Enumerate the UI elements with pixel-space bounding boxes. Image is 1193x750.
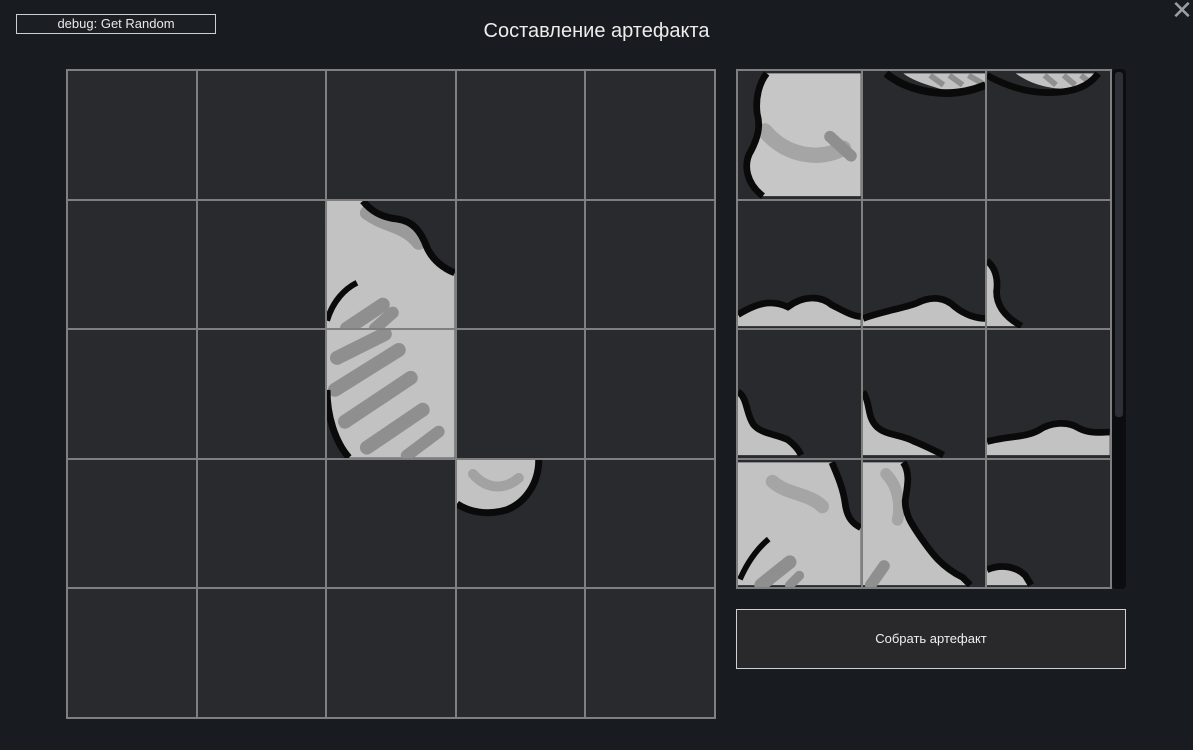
board-cell[interactable] xyxy=(68,459,196,588)
artifact-piece-icon[interactable] xyxy=(862,201,986,329)
board-cell[interactable] xyxy=(586,459,714,588)
board-cell[interactable] xyxy=(456,330,585,458)
artifact-piece-icon[interactable] xyxy=(987,330,1110,458)
inventory-piece[interactable] xyxy=(862,330,986,458)
piece-inventory xyxy=(736,69,1112,589)
board-cell[interactable] xyxy=(68,71,196,199)
close-icon[interactable]: ✕ xyxy=(1170,0,1193,23)
board-cell[interactable] xyxy=(68,200,196,329)
inventory-piece[interactable] xyxy=(738,71,861,199)
board-cell[interactable] xyxy=(197,589,326,717)
board-cell-filled[interactable] xyxy=(327,330,455,458)
board-cell[interactable] xyxy=(68,330,196,458)
artifact-piece-icon[interactable] xyxy=(987,460,1110,588)
board-cell[interactable] xyxy=(327,459,455,588)
inventory-piece[interactable] xyxy=(987,459,1110,588)
inventory-piece[interactable] xyxy=(738,200,861,329)
board-cell[interactable] xyxy=(327,71,455,199)
inventory-piece[interactable] xyxy=(987,200,1110,329)
board-cell[interactable] xyxy=(327,589,455,717)
artifact-piece-icon[interactable] xyxy=(327,330,455,458)
board-cell[interactable] xyxy=(197,330,326,458)
artifact-piece-icon[interactable] xyxy=(987,201,1110,329)
artifact-piece-icon[interactable] xyxy=(327,200,455,329)
board-cell[interactable] xyxy=(197,459,326,588)
board-cell-filled[interactable] xyxy=(327,200,455,329)
inventory-piece[interactable] xyxy=(738,330,861,458)
page-title: Составление артефакта xyxy=(483,20,710,42)
board-cell[interactable] xyxy=(456,589,585,717)
board-cell[interactable] xyxy=(586,330,714,458)
artifact-board xyxy=(66,69,716,719)
board-cell[interactable] xyxy=(197,200,326,329)
board-cell[interactable] xyxy=(197,71,326,199)
artifact-piece-icon[interactable] xyxy=(738,71,861,199)
board-cell[interactable] xyxy=(456,71,585,199)
board-cell-filled[interactable] xyxy=(456,459,585,588)
artifact-piece-icon[interactable] xyxy=(738,201,861,329)
artifact-piece-icon[interactable] xyxy=(456,459,585,588)
inventory-piece[interactable] xyxy=(738,459,861,588)
inventory-scrollbar[interactable] xyxy=(1112,69,1126,589)
artifact-piece-icon[interactable] xyxy=(738,460,861,588)
scrollbar-thumb[interactable] xyxy=(1115,72,1123,417)
board-cell[interactable] xyxy=(456,200,585,329)
inventory-piece[interactable] xyxy=(987,330,1110,458)
inventory-piece[interactable] xyxy=(862,200,986,329)
artifact-piece-icon[interactable] xyxy=(738,330,861,458)
board-cell[interactable] xyxy=(586,200,714,329)
artifact-piece-icon[interactable] xyxy=(862,330,986,458)
board-cell[interactable] xyxy=(586,589,714,717)
inventory-piece[interactable] xyxy=(987,71,1110,199)
inventory-piece[interactable] xyxy=(862,71,986,199)
assemble-artifact-button[interactable]: Собрать артефакт xyxy=(736,609,1126,669)
artifact-piece-icon[interactable] xyxy=(863,71,986,199)
inventory-piece[interactable] xyxy=(862,459,986,588)
artifact-piece-icon[interactable] xyxy=(862,460,986,588)
artifact-piece-icon[interactable] xyxy=(987,71,1110,199)
board-cell[interactable] xyxy=(586,71,714,199)
board-cell[interactable] xyxy=(68,589,196,717)
